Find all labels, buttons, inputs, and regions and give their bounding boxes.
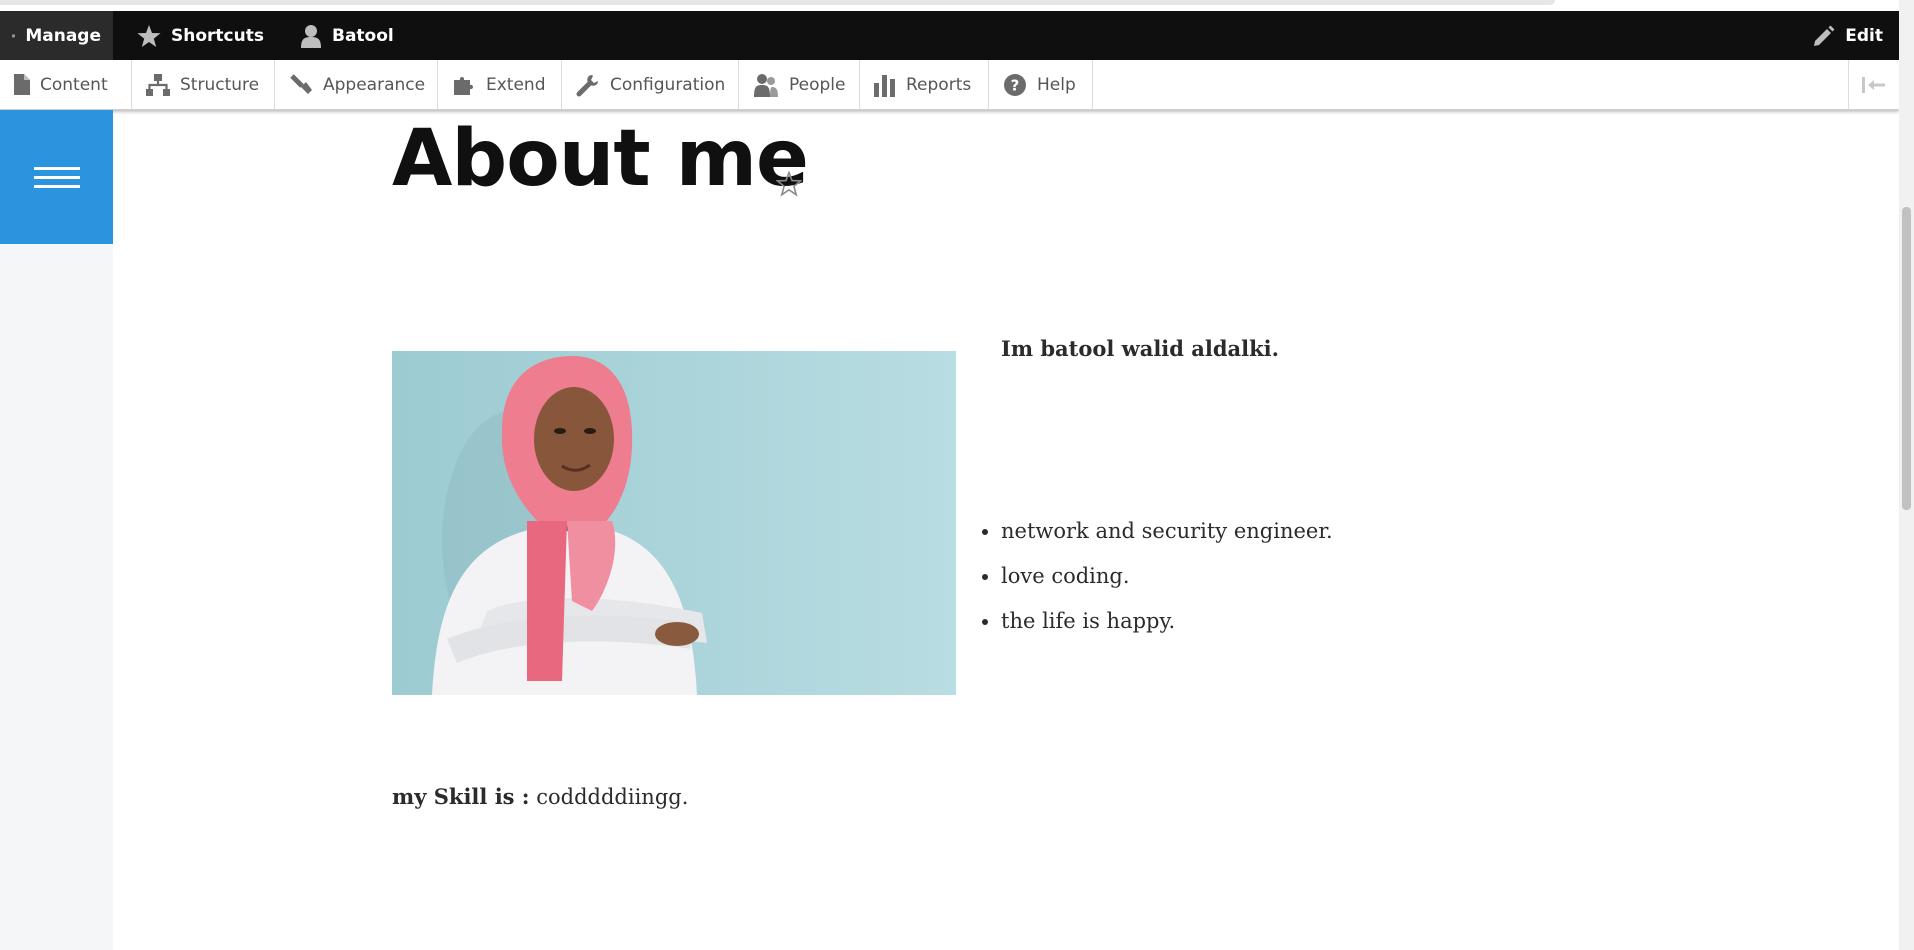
edit-label: Edit [1845,25,1883,46]
paintbrush-icon [290,73,312,94]
manage-button[interactable]: Manage [0,11,113,60]
bookmark-star-icon[interactable] [776,171,802,197]
sitemap-icon [146,73,170,96]
tray-item-label: Appearance [323,74,426,95]
skill-label: my Skill is : [392,784,530,809]
collapse-left-icon [1862,76,1885,93]
main-menu-toggle-button[interactable] [0,110,113,244]
browser-top-strip [0,0,1914,11]
tray-item-people[interactable]: People [739,60,860,109]
vertical-scrollbar[interactable] [1899,0,1914,950]
bar-chart-icon [874,74,895,97]
tray-item-appearance[interactable]: Appearance [275,60,438,109]
tray-item-label: People [789,74,846,95]
list-item: network and security engineer. [1001,512,1333,557]
menu-icon [12,34,16,37]
shortcuts-label: Shortcuts [171,25,264,46]
tray-item-help[interactable]: ? Help [989,60,1093,109]
tray-item-reports[interactable]: Reports [860,60,989,109]
list-item: love coding. [1001,557,1333,602]
facts-list: network and security engineer. love codi… [980,512,1333,647]
admin-tray: Content Structure Appearance Extend Conf… [0,60,1899,110]
hamburger-icon [33,161,80,194]
tray-item-label: Structure [180,74,260,95]
user-label: Batool [332,25,394,46]
people-icon [754,73,778,97]
skill-line: my Skill is : codddddiingg. [392,784,688,809]
profile-photo [392,351,956,695]
tray-item-content[interactable]: Content [0,60,132,109]
star-icon [137,24,161,47]
user-icon [301,24,321,48]
admin-toolbar: Manage Shortcuts Batool Edit [0,11,1899,60]
tray-item-label: Help [1037,74,1076,95]
tray-item-label: Reports [906,74,972,95]
skill-value: codddddiingg. [529,785,689,809]
tray-item-configuration[interactable]: Configuration [562,60,739,109]
browser-tab-edge [0,0,1555,5]
puzzle-icon [454,76,473,95]
list-item: the life is happy. [1001,602,1333,647]
scrollbar-thumb[interactable] [1902,207,1911,510]
tray-item-label: Content [40,74,108,95]
manage-label: Manage [25,25,101,46]
page-title: About me [392,114,809,204]
tray-item-label: Extend [486,74,546,95]
help-icon: ? [1004,73,1026,96]
tray-item-structure[interactable]: Structure [132,60,275,109]
wrench-icon [576,74,598,96]
file-icon [14,74,30,95]
tray-item-label: Configuration [610,74,726,95]
pencil-icon [1814,25,1835,46]
tray-item-extend[interactable]: Extend [438,60,562,109]
shortcuts-button[interactable]: Shortcuts [137,11,264,60]
user-menu-button[interactable]: Batool [300,11,394,60]
intro-text: Im batool walid aldalki. [1001,336,1279,361]
svg-text:?: ? [1011,76,1020,94]
edit-button[interactable]: Edit [1813,11,1883,60]
tray-collapse-button[interactable] [1848,60,1899,109]
